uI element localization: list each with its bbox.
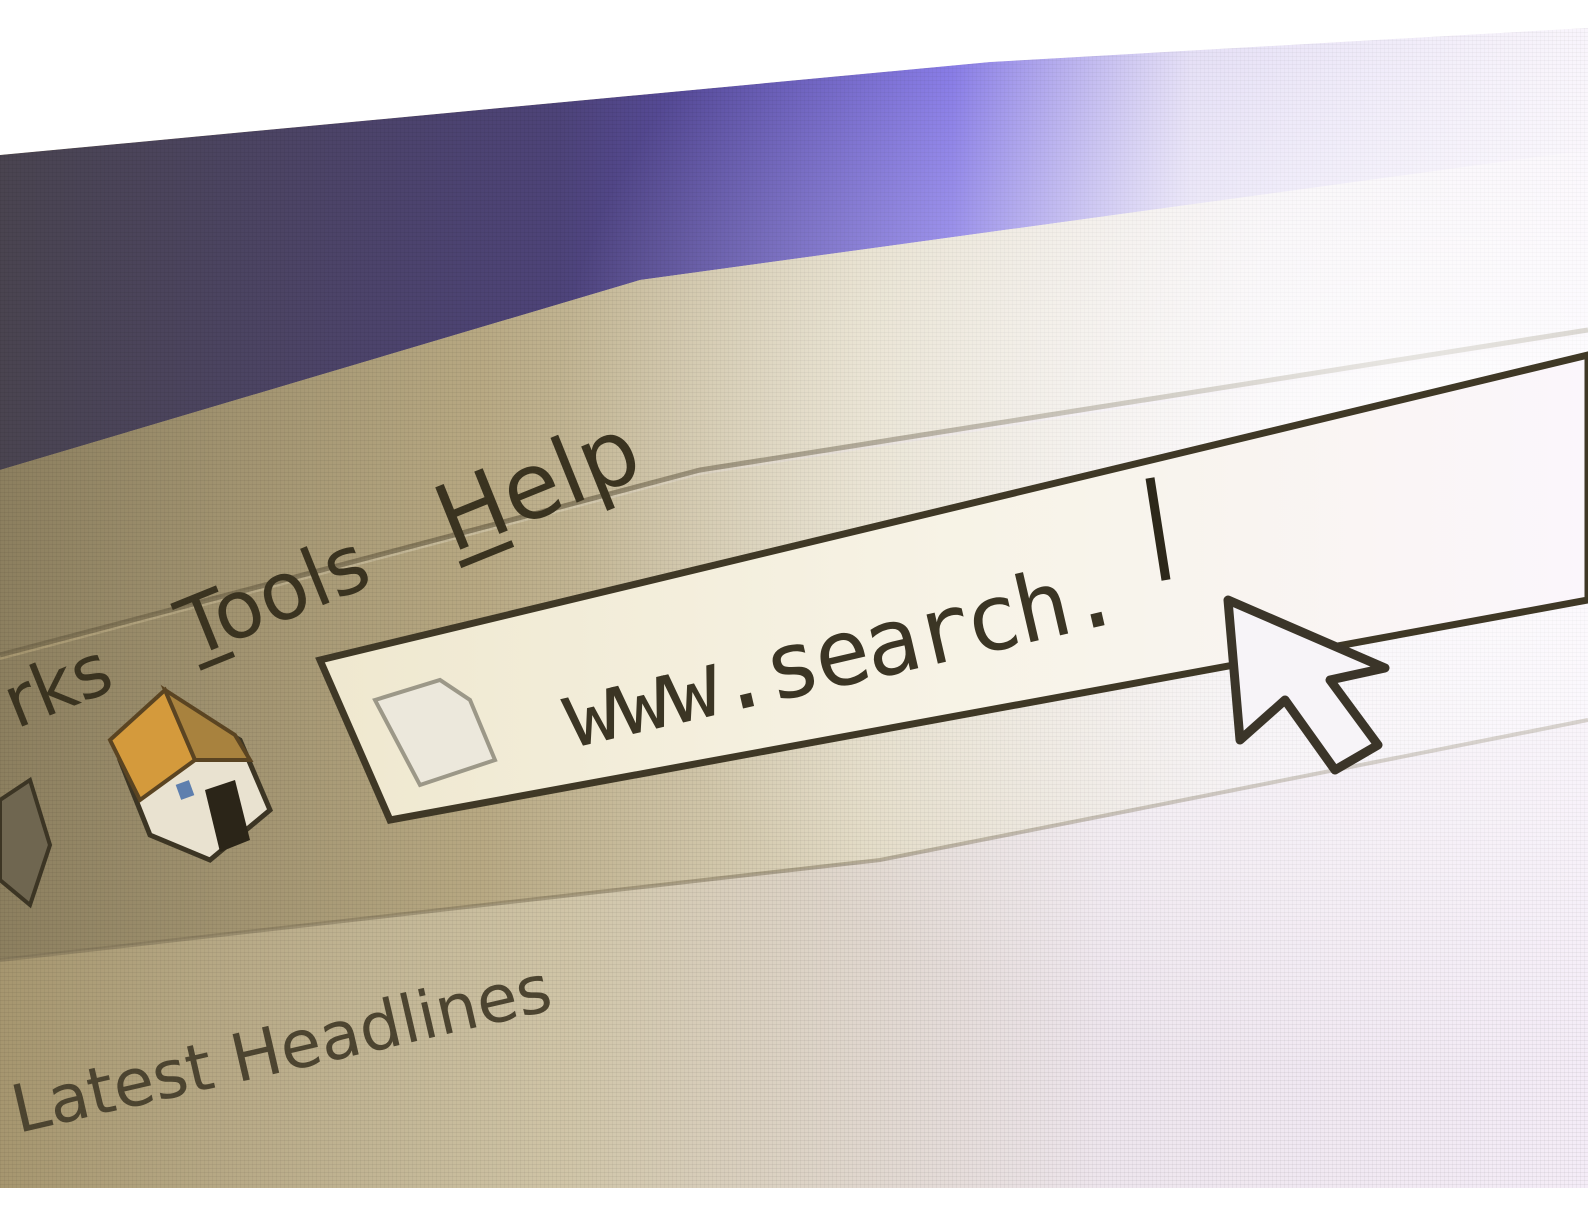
browser-screen-photo: rks Tools Help www.search. Latest Headli… — [0, 0, 1588, 1205]
